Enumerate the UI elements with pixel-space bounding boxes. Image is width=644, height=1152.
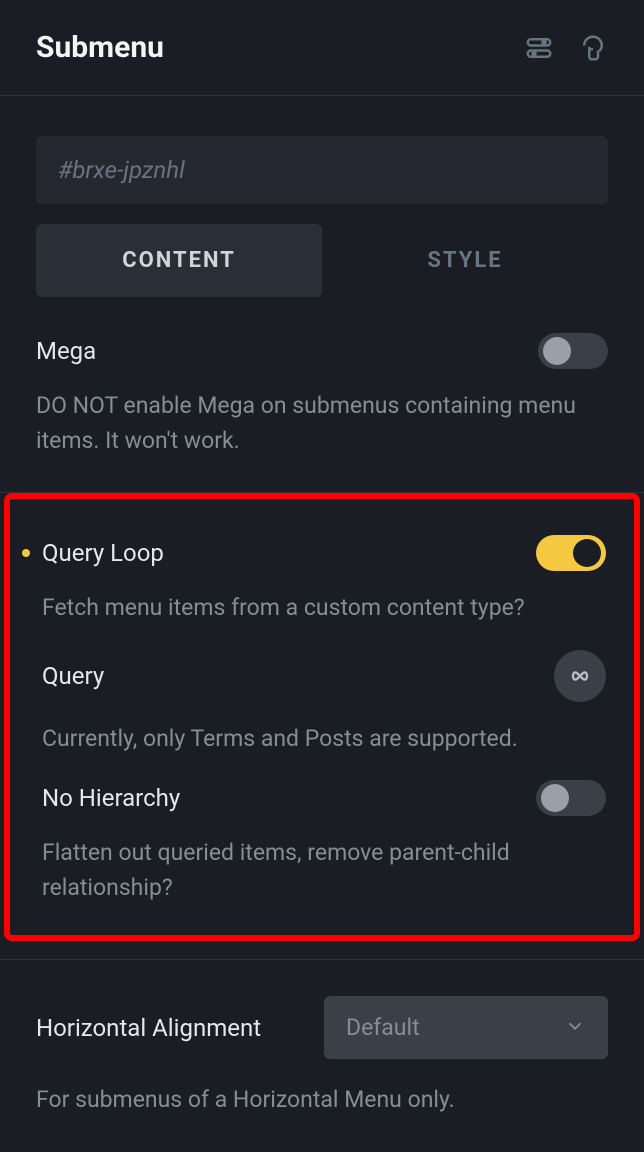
query-highlight-box: Query Loop Fetch menu items from a custo…	[4, 493, 640, 941]
chevron-down-icon	[564, 1015, 586, 1041]
infinity-icon	[566, 662, 594, 690]
panel-title: Submenu	[36, 30, 164, 65]
no-hierarchy-toggle[interactable]	[536, 780, 606, 816]
settings-panel: Submenu #brxe-jp	[0, 0, 644, 1138]
tab-content[interactable]: CONTENT	[36, 224, 322, 297]
query-loop-label: Query Loop	[42, 539, 164, 567]
toggle-knob	[541, 784, 569, 812]
panel-header: Submenu	[0, 0, 644, 95]
mega-row: Mega	[36, 333, 608, 369]
content-area: #brxe-jpznhl CONTENT STYLE	[0, 96, 644, 297]
header-icons	[524, 33, 608, 63]
mega-label: Mega	[36, 337, 96, 365]
toggle-knob	[543, 337, 571, 365]
toggle-group-icon[interactable]	[524, 33, 554, 63]
query-row: Query	[42, 650, 606, 702]
query-label: Query	[42, 662, 104, 690]
tab-style[interactable]: STYLE	[322, 224, 608, 297]
query-loop-toggle[interactable]	[536, 535, 606, 571]
mega-section: Mega DO NOT enable Mega on submenus cont…	[0, 297, 644, 492]
query-loop-description: Fetch menu items from a custom content t…	[42, 591, 606, 626]
query-description: Currently, only Terms and Posts are supp…	[42, 722, 606, 757]
horizontal-alignment-description: For submenus of a Horizontal Menu only.	[36, 1083, 608, 1118]
element-id-box[interactable]: #brxe-jpznhl	[36, 136, 608, 204]
pointer-icon[interactable]	[578, 33, 608, 63]
mega-toggle[interactable]	[538, 333, 608, 369]
horizontal-alignment-select[interactable]: Default	[324, 996, 608, 1059]
no-hierarchy-row: No Hierarchy	[42, 780, 606, 816]
active-bullet-icon	[22, 549, 30, 557]
mega-description: DO NOT enable Mega on submenus containin…	[36, 389, 608, 458]
no-hierarchy-description: Flatten out queried items, remove parent…	[42, 836, 606, 905]
element-id-text: #brxe-jpznhl	[58, 156, 185, 184]
select-value: Default	[346, 1014, 420, 1041]
tabs: CONTENT STYLE	[36, 224, 608, 297]
query-settings-button[interactable]	[554, 650, 606, 702]
horizontal-alignment-label: Horizontal Alignment	[36, 1014, 261, 1042]
alignment-section: Horizontal Alignment Default For submenu…	[0, 960, 644, 1152]
query-loop-row: Query Loop	[42, 535, 606, 571]
toggle-knob	[573, 539, 601, 567]
no-hierarchy-label: No Hierarchy	[42, 784, 180, 812]
horizontal-alignment-row: Horizontal Alignment Default	[36, 996, 608, 1059]
